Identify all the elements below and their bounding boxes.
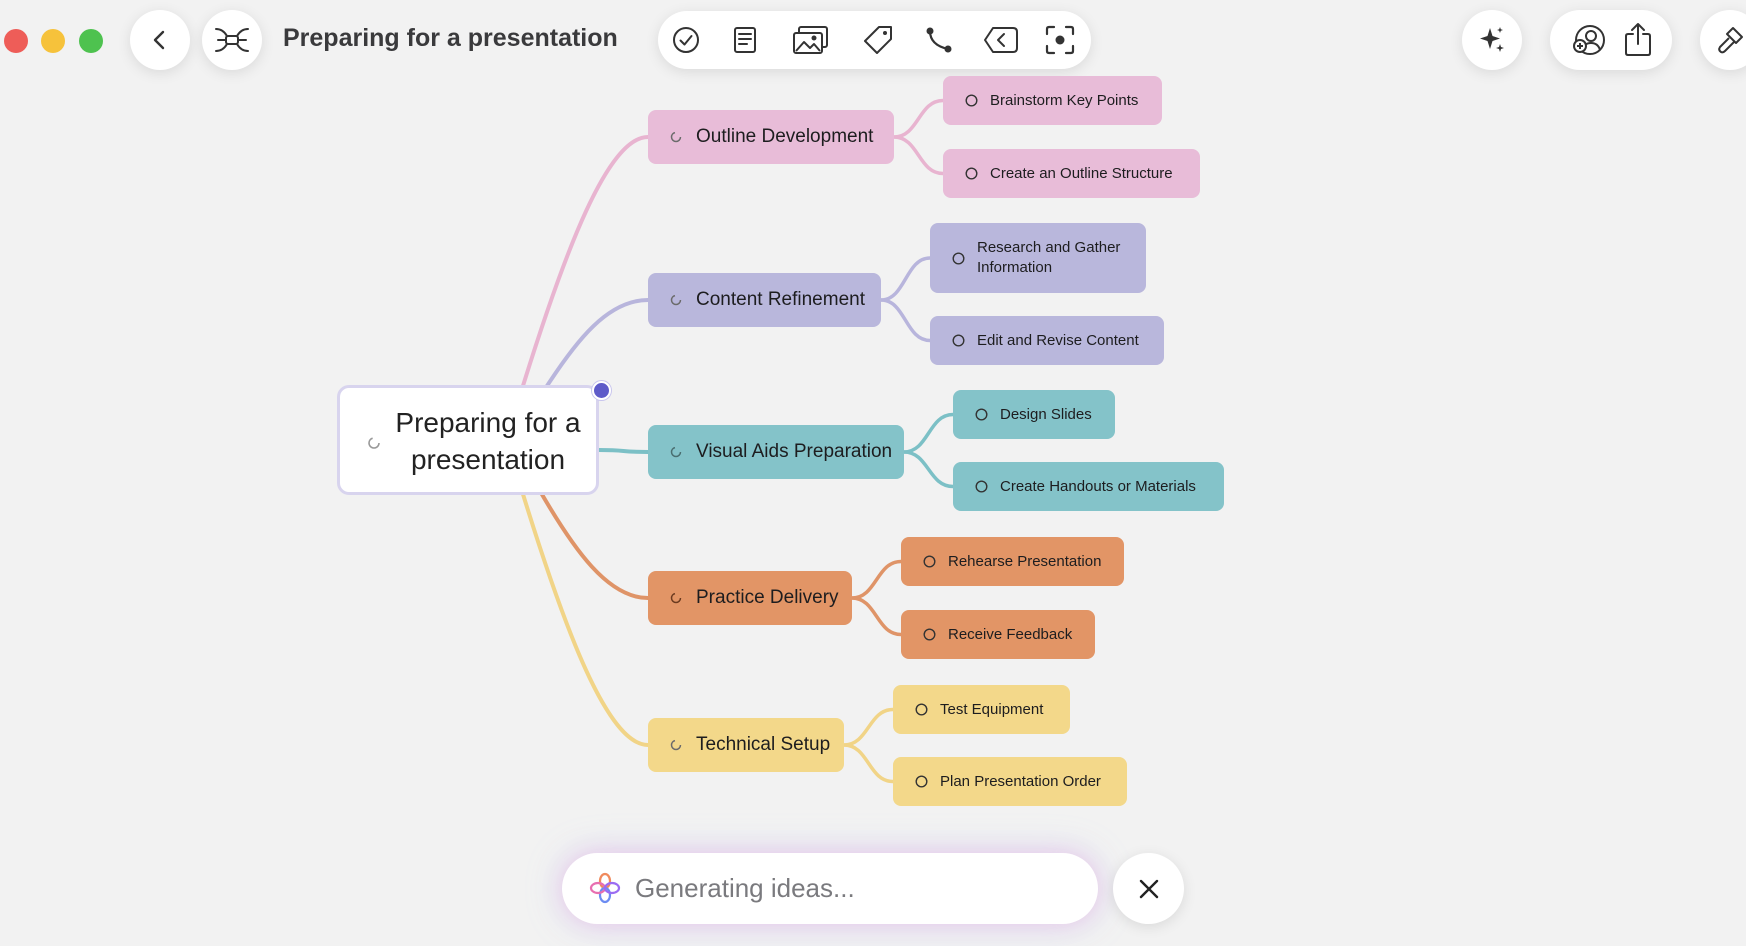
subtopic-plan-presentation-order[interactable]: Plan Presentation Order xyxy=(893,757,1127,806)
branch-connector xyxy=(543,298,650,391)
checkbox-circle-icon[interactable] xyxy=(952,251,965,265)
main-topic-label: Content Refinement xyxy=(696,289,865,310)
checkbox-circle-icon[interactable] xyxy=(975,408,988,421)
subtopic-connector xyxy=(879,256,932,302)
subtopic-research-gather-information[interactable]: Research and Gather Information xyxy=(930,223,1146,293)
main-topic-content-refinement[interactable]: Content Refinement xyxy=(648,273,881,327)
checkbox-circle-icon[interactable] xyxy=(923,555,936,568)
subtopic-rehearse-presentation[interactable]: Rehearse Presentation xyxy=(901,537,1124,586)
subtopic-connector xyxy=(892,135,945,176)
checkbox-circle-icon[interactable] xyxy=(965,94,978,107)
subtopic-receive-feedback[interactable]: Receive Feedback xyxy=(901,610,1095,659)
root-connection-handle[interactable] xyxy=(592,381,611,400)
root-topic-label: Preparing for a presentation xyxy=(395,407,581,475)
subtopic-connector xyxy=(850,559,903,600)
ai-flower-icon xyxy=(589,872,621,904)
subtopic-connector xyxy=(902,412,955,454)
main-topic-practice-delivery[interactable]: Practice Delivery xyxy=(648,571,852,625)
subtopic-label: Brainstorm Key Points xyxy=(990,91,1139,109)
subtopic-create-handouts[interactable]: Create Handouts or Materials xyxy=(953,462,1224,511)
ai-status-text: Generating ideas... xyxy=(635,873,855,903)
branch-connector xyxy=(538,489,650,600)
subtopic-label: Receive Feedback xyxy=(948,625,1073,643)
stop-generating-button[interactable] xyxy=(1113,853,1184,924)
branch-connector xyxy=(597,448,650,454)
subtopic-connector xyxy=(902,450,955,489)
main-topic-outline-development[interactable]: Outline Development xyxy=(648,110,894,164)
subtopic-brainstorm-key-points[interactable]: Brainstorm Key Points xyxy=(943,76,1162,125)
subtopic-design-slides[interactable]: Design Slides xyxy=(953,390,1115,439)
subtopic-connector xyxy=(850,596,903,637)
progress-ring-icon xyxy=(670,739,682,751)
subtopic-connector xyxy=(892,98,945,139)
checkbox-circle-icon[interactable] xyxy=(975,480,988,493)
main-topic-label: Outline Development xyxy=(696,126,874,147)
progress-ring-icon xyxy=(670,131,682,143)
progress-ring-icon xyxy=(367,436,381,450)
subtopic-label: Rehearse Presentation xyxy=(948,552,1102,570)
checkbox-circle-icon[interactable] xyxy=(915,703,928,716)
main-topic-label: Practice Delivery xyxy=(696,587,839,608)
checkbox-circle-icon[interactable] xyxy=(965,167,978,180)
checkbox-circle-icon[interactable] xyxy=(923,628,936,641)
subtopic-label: Test Equipment xyxy=(940,700,1044,718)
subtopic-label: Create Handouts or Materials xyxy=(1000,477,1196,495)
subtopic-label: Design Slides xyxy=(1000,405,1092,423)
subtopic-connector xyxy=(879,298,932,343)
branch-connector xyxy=(520,135,650,391)
subtopic-edit-revise-content[interactable]: Edit and Revise Content xyxy=(930,316,1164,365)
subtopic-label: Create an Outline Structure xyxy=(990,164,1173,182)
main-topic-label: Technical Setup xyxy=(696,734,831,755)
main-topic-technical-setup[interactable]: Technical Setup xyxy=(648,718,844,772)
subtopic-test-equipment[interactable]: Test Equipment xyxy=(893,685,1070,734)
subtopic-label: Edit and Revise Content xyxy=(977,331,1139,349)
branch-connector xyxy=(520,489,650,747)
subtopic-create-outline-structure[interactable]: Create an Outline Structure xyxy=(943,149,1200,198)
subtopic-connector xyxy=(842,707,895,747)
main-topic-visual-aids-preparation[interactable]: Visual Aids Preparation xyxy=(648,425,904,479)
checkbox-circle-icon[interactable] xyxy=(915,775,928,788)
root-topic[interactable]: Preparing for a presentation xyxy=(337,385,599,495)
subtopic-label: Plan Presentation Order xyxy=(940,772,1101,790)
progress-ring-icon xyxy=(670,446,682,458)
progress-ring-icon xyxy=(670,294,682,306)
close-icon xyxy=(1138,878,1160,900)
ai-generating-bar: Generating ideas... xyxy=(562,853,1098,924)
progress-ring-icon xyxy=(670,592,682,604)
main-topic-label: Visual Aids Preparation xyxy=(696,441,893,462)
checkbox-circle-icon[interactable] xyxy=(952,334,965,347)
subtopic-connector xyxy=(842,743,895,784)
subtopic-label: Research and Gather Information xyxy=(977,239,1121,276)
